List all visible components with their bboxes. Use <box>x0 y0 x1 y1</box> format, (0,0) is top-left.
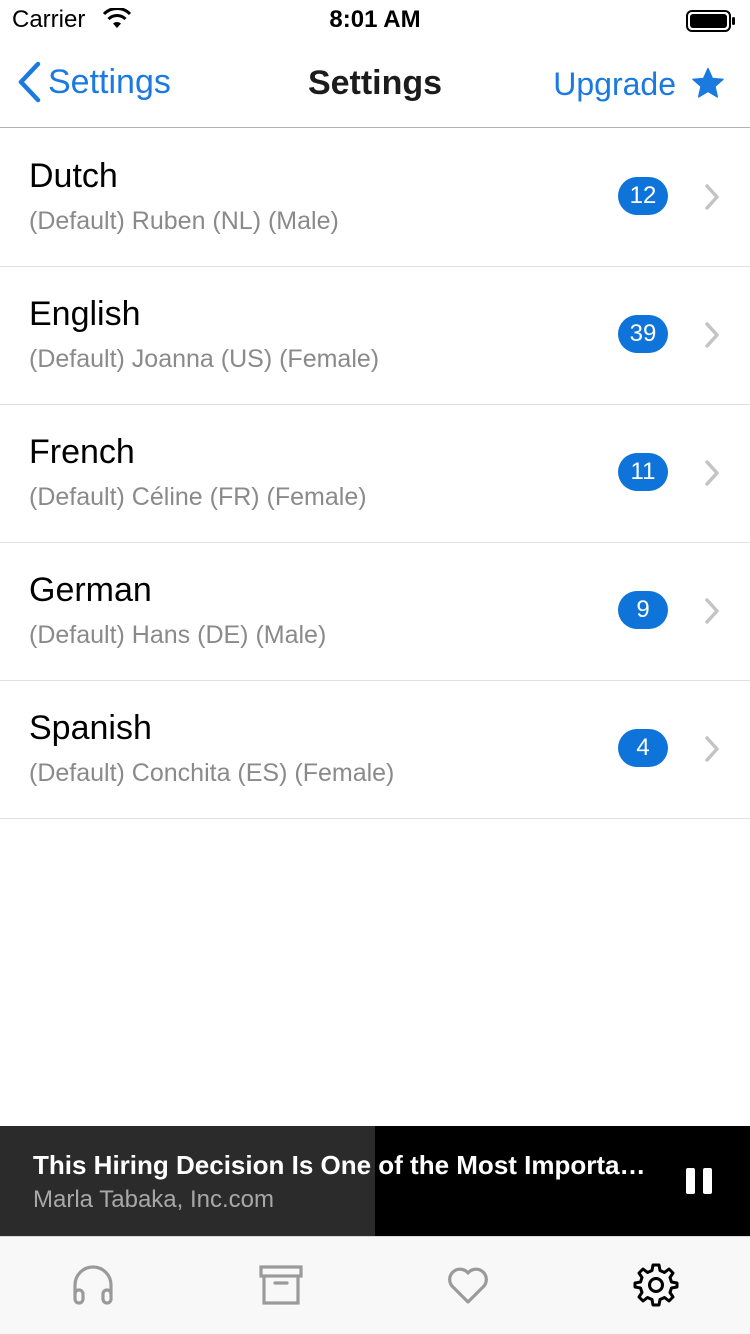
default-voice-label: (Default) Joanna (US) (Female) <box>29 345 380 373</box>
status-time: 8:01 AM <box>329 6 421 33</box>
language-list: Dutch (Default) Ruben (NL) (Male) 12 Eng… <box>0 129 750 819</box>
tab-favorites[interactable] <box>442 1259 494 1311</box>
archive-icon <box>259 1265 303 1305</box>
voice-count-badge: 12 <box>618 177 668 215</box>
default-voice-label: (Default) Céline (FR) (Female) <box>29 483 367 511</box>
chevron-right-icon <box>705 736 719 762</box>
gear-icon <box>633 1263 679 1307</box>
language-row-dutch[interactable]: Dutch (Default) Ruben (NL) (Male) 12 <box>0 129 750 267</box>
chevron-right-icon <box>705 460 719 486</box>
now-playing-source: Marla Tabaka, Inc.com <box>33 1186 274 1213</box>
upgrade-button[interactable]: Upgrade <box>553 62 726 106</box>
language-row-spanish[interactable]: Spanish (Default) Conchita (ES) (Female)… <box>0 681 750 819</box>
tab-listen[interactable] <box>67 1259 119 1311</box>
heart-icon <box>448 1267 488 1304</box>
pause-icon[interactable] <box>684 1166 714 1196</box>
default-voice-label: (Default) Ruben (NL) (Male) <box>29 207 339 235</box>
language-row-german[interactable]: German (Default) Hans (DE) (Male) 9 <box>0 543 750 681</box>
voice-count-badge: 39 <box>618 315 668 353</box>
tab-settings[interactable] <box>630 1259 682 1311</box>
status-bar: Carrier 8:01 AM <box>0 0 750 40</box>
navigation-bar: Settings Settings Upgrade <box>0 40 750 128</box>
language-name: Spanish <box>29 709 152 747</box>
star-icon <box>692 67 724 98</box>
voice-count-badge: 9 <box>618 591 668 629</box>
language-name: English <box>29 295 141 333</box>
language-row-english[interactable]: English (Default) Joanna (US) (Female) 3… <box>0 267 750 405</box>
playback-progress <box>0 1126 375 1236</box>
default-voice-label: (Default) Hans (DE) (Male) <box>29 621 327 649</box>
voice-count-badge: 4 <box>618 729 668 767</box>
headphones-icon <box>73 1265 113 1305</box>
voice-count-badge: 11 <box>618 453 668 491</box>
chevron-right-icon <box>705 322 719 348</box>
language-row-french[interactable]: French (Default) Céline (FR) (Female) 11 <box>0 405 750 543</box>
now-playing-bar[interactable]: This Hiring Decision Is One of the Most … <box>0 1126 750 1236</box>
language-name: French <box>29 433 135 471</box>
now-playing-title: This Hiring Decision Is One of the Most … <box>33 1150 653 1180</box>
upgrade-button-label: Upgrade <box>553 65 676 102</box>
chevron-right-icon <box>705 598 719 624</box>
language-name: Dutch <box>29 157 118 195</box>
battery-icon <box>686 10 735 32</box>
tab-bar <box>0 1236 750 1334</box>
language-name: German <box>29 571 152 609</box>
default-voice-label: (Default) Conchita (ES) (Female) <box>29 759 395 787</box>
chevron-right-icon <box>705 184 719 210</box>
tab-archive[interactable] <box>255 1259 307 1311</box>
